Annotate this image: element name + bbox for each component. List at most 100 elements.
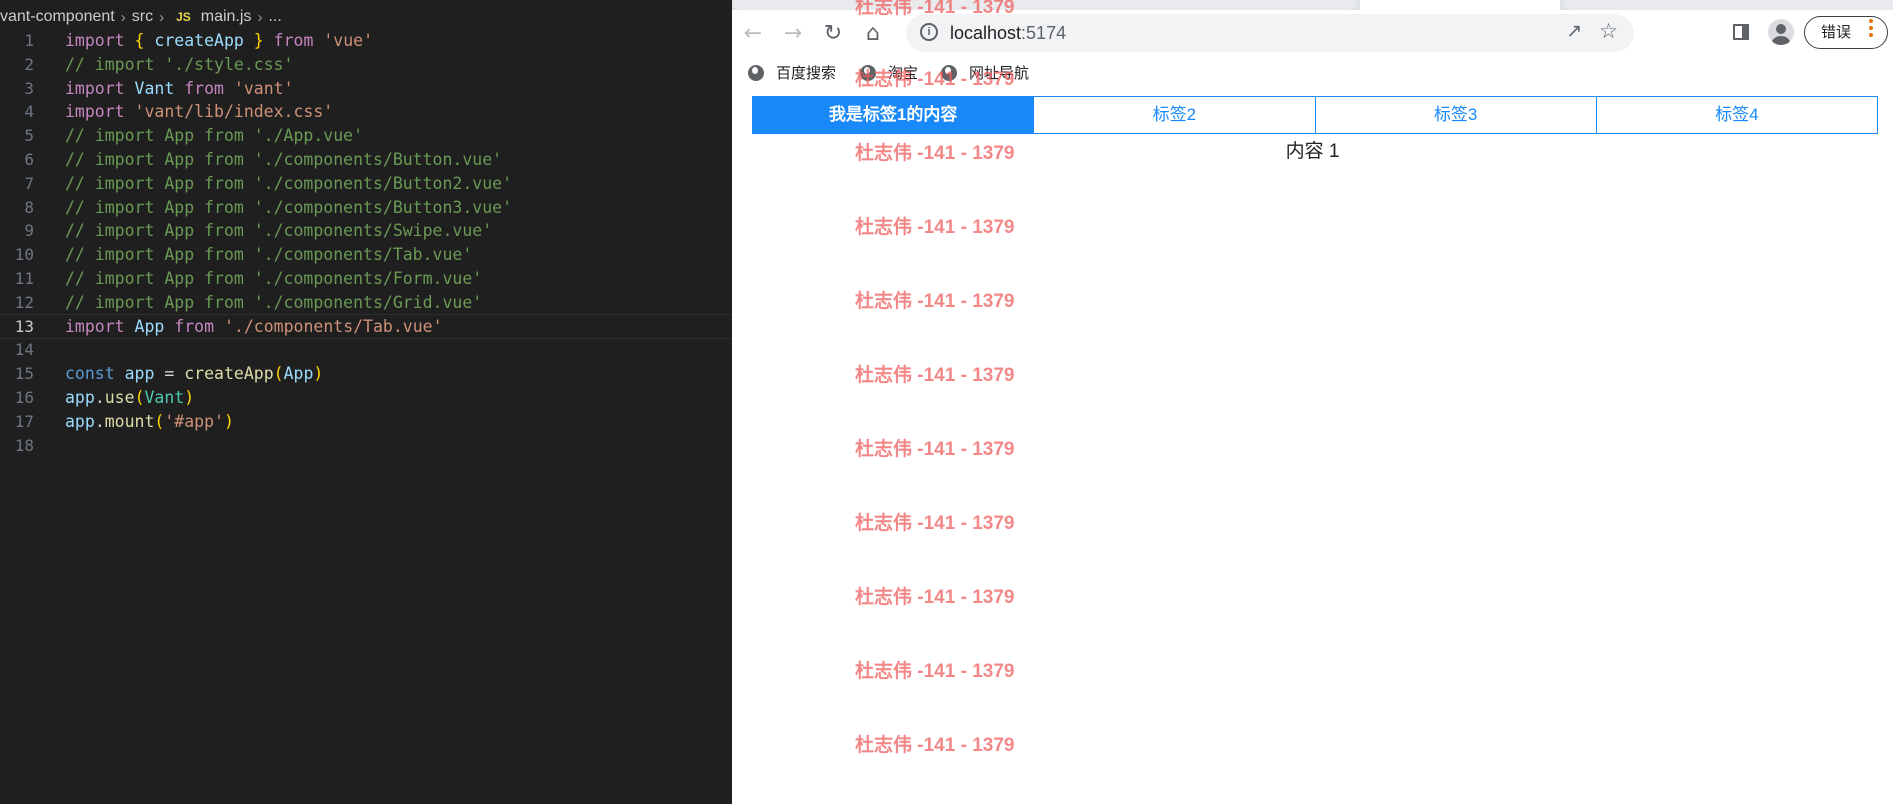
code-line[interactable]: 13 import App from './components/Tab.vue': [0, 313, 732, 340]
home-icon: ⌂: [866, 20, 880, 46]
tab-3[interactable]: 标签3: [1314, 97, 1596, 133]
code-line[interactable]: 17 app.mount('#app'): [0, 410, 732, 434]
code-line[interactable]: 6 // import App from './components/Button…: [0, 148, 732, 172]
code-line[interactable]: 10 // import App from './components/Tab.v…: [0, 243, 732, 267]
code-area[interactable]: 1 import { createApp } from 'vue' 2 // impo…: [0, 29, 732, 457]
watermark-text: 杜志伟 -141 - 1379: [855, 291, 1015, 312]
chevron-right-icon: ›: [159, 8, 165, 26]
url-text[interactable]: localhost:5174: [950, 14, 1066, 52]
code-token: (: [154, 411, 165, 431]
browser-tab-active[interactable]: [1360, 0, 1560, 10]
code-line[interactable]: 7 // import App from './components/Button…: [0, 172, 732, 196]
browser-tab[interactable]: [1563, 0, 1893, 10]
line-number: 16: [14, 387, 34, 407]
code-token: // import App from './components/Grid.vu…: [65, 292, 483, 312]
code-line[interactable]: 15 const app = createApp(App): [0, 362, 732, 386]
code-text[interactable]: // import App from './components/Button3…: [65, 196, 512, 220]
code-line[interactable]: 12 // import App from './components/Grid.…: [0, 291, 732, 315]
code-line[interactable]: 9 // import App from './components/Swipe.…: [0, 219, 732, 243]
line-number: 9: [24, 221, 34, 241]
line-number: 17: [14, 411, 34, 431]
forward-button[interactable]: →: [778, 18, 808, 48]
breadcrumb-project[interactable]: vant-component: [0, 8, 115, 26]
line-number: 7: [24, 173, 34, 193]
share-icon[interactable]: ↗: [1566, 20, 1582, 42]
code-token: from: [273, 31, 314, 50]
code-line[interactable]: 2 // import './style.css': [0, 53, 732, 77]
globe-icon: [748, 65, 764, 81]
address-bar[interactable]: i localhost:5174 ↗ ☆: [906, 14, 1634, 52]
code-editor[interactable]: vant-component › src › JS main.js › ... …: [0, 0, 732, 804]
code-token: .: [94, 411, 105, 431]
line-number: 10: [14, 245, 34, 265]
code-line[interactable]: 8 // import App from './components/Button…: [0, 196, 732, 220]
tab-4[interactable]: 标签4: [1595, 97, 1877, 133]
code-text[interactable]: app.mount('#app'): [65, 410, 234, 434]
back-button[interactable]: ←: [738, 18, 768, 48]
watermark-text: 杜志伟 -141 - 1379: [855, 735, 1015, 756]
watermark-text: 杜志伟 -141 - 1379: [855, 0, 1015, 18]
home-button[interactable]: ⌂: [858, 18, 888, 48]
breadcrumb-more[interactable]: ...: [268, 8, 281, 26]
code-text[interactable]: import App from './components/Tab.vue': [65, 315, 443, 339]
code-text[interactable]: app.use(Vant): [65, 386, 194, 410]
breadcrumb-folder[interactable]: src: [132, 8, 153, 26]
bookmark-item[interactable]: 百度搜索: [748, 55, 836, 93]
tab-2[interactable]: 标签2: [1033, 97, 1314, 133]
code-token: // import App from './components/Swipe.v…: [65, 221, 493, 241]
code-token: (: [273, 364, 284, 384]
line-number: 18: [14, 435, 34, 455]
error-button[interactable]: 错误: [1804, 16, 1888, 49]
breadcrumb-file[interactable]: main.js: [201, 8, 252, 26]
code-line[interactable]: 4 import 'vant/lib/index.css': [0, 100, 732, 124]
code-token: ): [223, 411, 234, 431]
code-text[interactable]: // import App from './components/Button2…: [65, 172, 512, 196]
code-token: import: [65, 31, 125, 50]
code-text[interactable]: import { createApp } from 'vue': [65, 29, 373, 53]
watermark-text: 杜志伟 -141 - 1379: [855, 365, 1015, 386]
code-text[interactable]: // import App from './components/Grid.vu…: [65, 291, 482, 315]
code-token: mount: [104, 411, 155, 431]
reload-button[interactable]: ↻: [818, 18, 848, 48]
code-text[interactable]: import 'vant/lib/index.css': [65, 100, 333, 124]
arrow-right-icon: →: [783, 20, 803, 46]
code-line[interactable]: 1 import { createApp } from 'vue': [0, 29, 732, 53]
menu-dots-icon[interactable]: [1868, 19, 1874, 39]
code-text[interactable]: const app = createApp(App): [65, 362, 323, 386]
code-text[interactable]: // import App from './components/Button.…: [65, 148, 502, 172]
code-text[interactable]: // import App from './components/Form.vu…: [65, 267, 482, 291]
code-line[interactable]: 16 app.use(Vant): [0, 386, 732, 410]
code-text[interactable]: // import App from './components/Swipe.v…: [65, 219, 492, 243]
code-text[interactable]: // import App from './App.vue': [65, 124, 363, 148]
bookmark-star-icon[interactable]: ☆: [1599, 19, 1618, 43]
browser-tab[interactable]: [732, 0, 1357, 10]
code-token: './components/Tab.vue': [223, 316, 443, 336]
code-token: ): [184, 387, 195, 407]
code-token: .: [94, 387, 105, 407]
code-line[interactable]: 3 import Vant from 'vant': [0, 77, 732, 101]
watermark-text: 杜志伟 -141 - 1379: [855, 143, 1015, 164]
code-line[interactable]: 11 // import App from './components/Form.…: [0, 267, 732, 291]
line-number: 13: [14, 316, 34, 336]
code-line[interactable]: 14: [0, 338, 732, 362]
profile-avatar-icon[interactable]: [1768, 19, 1794, 45]
side-panel-icon[interactable]: [1733, 24, 1749, 40]
js-file-icon: JS: [176, 10, 191, 24]
watermark-text: 杜志伟 -141 - 1379: [855, 439, 1015, 460]
code-text[interactable]: // import './style.css': [65, 53, 293, 77]
chevron-right-icon: ›: [120, 8, 126, 26]
code-text[interactable]: // import App from './components/Tab.vue…: [65, 243, 472, 267]
code-token: ): [313, 364, 324, 384]
code-token: 'vant/lib/index.css': [134, 102, 334, 122]
tab-1[interactable]: 我是标签1的内容: [753, 97, 1034, 133]
code-text[interactable]: import Vant from 'vant': [65, 77, 294, 101]
site-info-icon[interactable]: i: [920, 23, 938, 41]
code-line[interactable]: 18: [0, 434, 732, 458]
code-token: }: [253, 31, 264, 50]
code-token: (: [134, 387, 145, 407]
code-line[interactable]: 5 // import App from './App.vue': [0, 124, 732, 148]
